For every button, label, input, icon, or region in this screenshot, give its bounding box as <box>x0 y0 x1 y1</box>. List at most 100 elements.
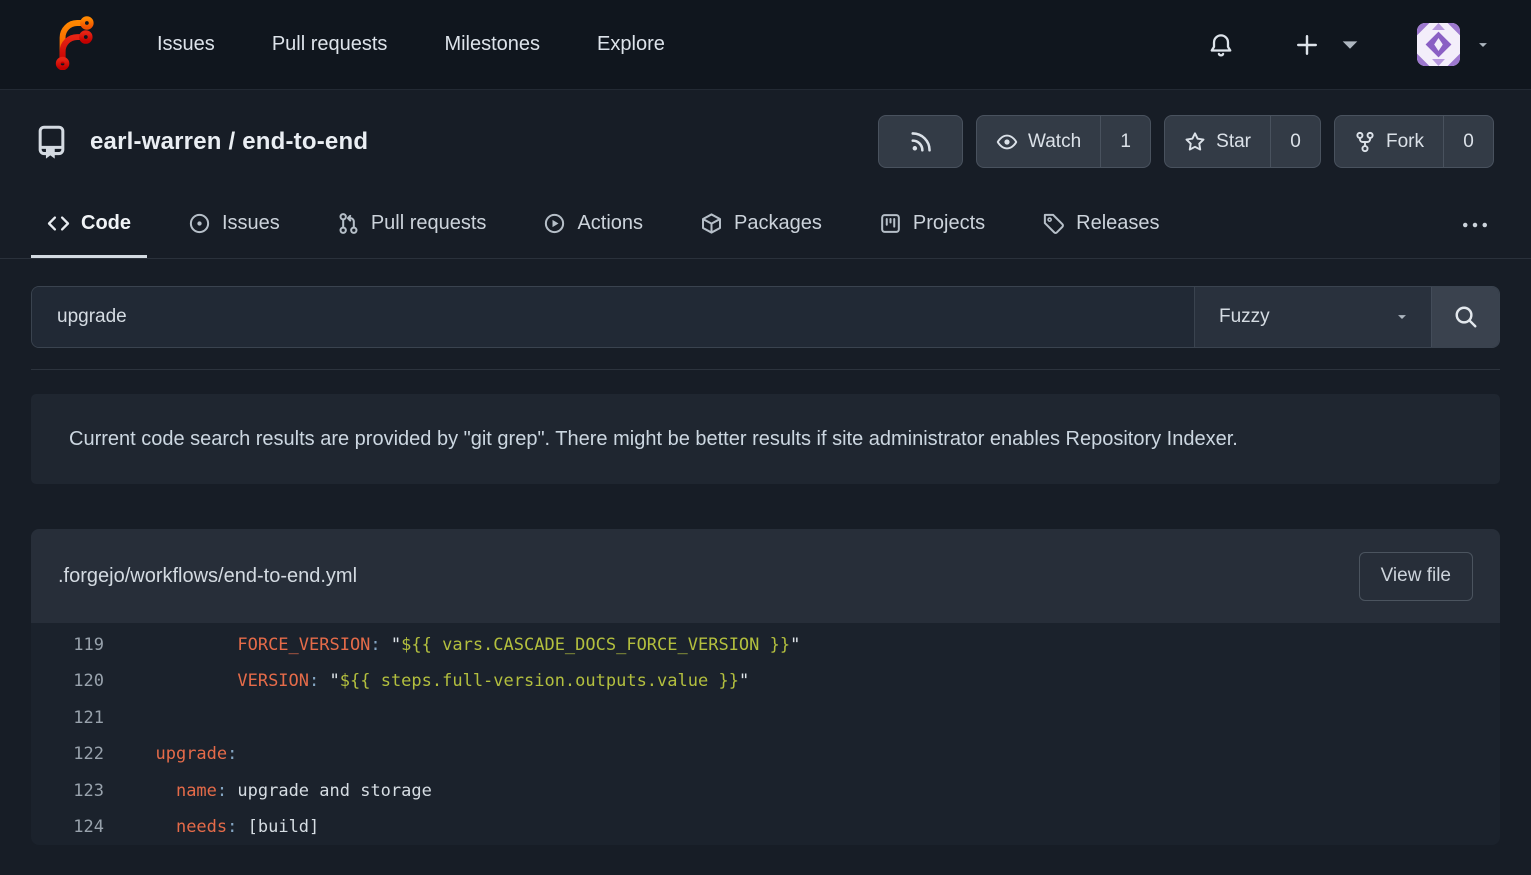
nav-link-milestones[interactable]: Milestones <box>444 33 540 56</box>
package-icon <box>700 212 723 235</box>
tab-packages[interactable]: Packages <box>684 191 838 258</box>
view-file-button[interactable]: View file <box>1359 552 1473 601</box>
tabs-overflow-button[interactable] <box>1460 191 1490 258</box>
code-segment-plain: upgrade and storage <box>227 781 432 801</box>
tab-label: Actions <box>577 212 643 235</box>
line-number[interactable]: 122 <box>31 736 104 772</box>
code-segment-quote: " <box>391 635 401 655</box>
code-segment-key: FORCE_VERSION <box>237 635 370 655</box>
result-file-path[interactable]: .forgejo/workflows/end-to-end.yml <box>58 565 357 588</box>
code-segment-punct: : <box>227 817 237 837</box>
play-icon <box>543 212 566 235</box>
code-segment-key: name <box>176 781 217 801</box>
line-number[interactable]: 121 <box>31 700 104 736</box>
code-line-content: VERSION: "${{ steps.full-version.outputs… <box>104 663 749 699</box>
search-icon <box>1453 304 1479 330</box>
eye-icon <box>996 131 1018 153</box>
user-menu[interactable] <box>1417 23 1490 66</box>
nav-link-issues[interactable]: Issues <box>157 33 215 56</box>
fork-button[interactable]: Fork <box>1335 116 1443 167</box>
code-segment-punct: : <box>309 671 319 691</box>
top-navbar: Issues Pull requests Milestones Explore <box>0 0 1531 90</box>
chevron-down-icon <box>1476 38 1490 52</box>
code-segment-quote: " <box>790 635 800 655</box>
fork-icon <box>1354 131 1376 153</box>
code-line-content <box>104 700 135 736</box>
search-filter-value: Fuzzy <box>1219 306 1270 328</box>
repo-name-link[interactable]: end-to-end <box>242 128 368 155</box>
star-icon <box>1184 131 1206 153</box>
tab-actions[interactable]: Actions <box>527 191 659 258</box>
tab-releases[interactable]: Releases <box>1026 191 1175 258</box>
star-label: Star <box>1216 131 1251 153</box>
code-snippet: 119 FORCE_VERSION: "${{ vars.CASCADE_DOC… <box>31 623 1500 845</box>
star-button-group: Star 0 <box>1164 115 1321 168</box>
forgejo-logo[interactable] <box>48 16 102 74</box>
tab-code[interactable]: Code <box>31 191 147 258</box>
code-line: 123 name: upgrade and storage <box>31 773 1500 809</box>
tab-label: Issues <box>222 212 280 235</box>
search-notice: Current code search results are provided… <box>31 394 1500 484</box>
nav-link-explore[interactable]: Explore <box>597 33 665 56</box>
repo-actions: Watch1Star0Fork0 <box>878 115 1494 168</box>
tab-issues[interactable]: Issues <box>172 191 296 258</box>
line-number[interactable]: 124 <box>31 809 104 845</box>
watch-button-group: Watch1 <box>976 115 1151 168</box>
code-segment-plain <box>135 781 176 801</box>
repo-tabs: Code Issues Pull requests Actions Packages Pr… <box>0 191 1531 259</box>
line-number[interactable]: 120 <box>31 663 104 699</box>
code-segment-punct: : <box>227 744 237 764</box>
code-line-content: FORCE_VERSION: "${{ vars.CASCADE_DOCS_FO… <box>104 627 800 663</box>
code-segment-quote: " <box>330 671 340 691</box>
avatar <box>1417 23 1460 66</box>
search-input[interactable] <box>32 287 1194 347</box>
code-line-content: upgrade: <box>104 736 237 772</box>
bell-icon <box>1208 32 1234 58</box>
code-line: 121 <box>31 700 1500 736</box>
code-line-content: needs: [build] <box>104 809 319 845</box>
code-segment-key: upgrade <box>155 744 227 764</box>
line-number[interactable]: 119 <box>31 627 104 663</box>
chevron-down-icon <box>1337 32 1363 58</box>
code-segment-plain <box>319 671 329 691</box>
repository-icon <box>33 119 70 165</box>
code-line: 120 VERSION: "${{ steps.full-version.out… <box>31 663 1500 699</box>
star-button[interactable]: Star <box>1165 116 1270 167</box>
code-line-content: name: upgrade and storage <box>104 773 432 809</box>
code-segment-plain <box>381 635 391 655</box>
create-new-button[interactable] <box>1294 32 1363 58</box>
code-segment-key: needs <box>176 817 227 837</box>
code-segment-punct: : <box>370 635 380 655</box>
star-count[interactable]: 0 <box>1270 116 1320 167</box>
repo-separator: / <box>222 128 243 155</box>
nav-link-pull-requests[interactable]: Pull requests <box>272 33 388 56</box>
tab-pull-requests[interactable]: Pull requests <box>321 191 503 258</box>
search-filter-dropdown[interactable]: Fuzzy <box>1194 287 1431 347</box>
chevron-down-icon <box>1395 310 1409 324</box>
code-segment-key: VERSION <box>237 671 309 691</box>
code-line: 122 upgrade: <box>31 736 1500 772</box>
code-segment-plain: [build] <box>237 817 319 837</box>
code-line: 119 FORCE_VERSION: "${{ vars.CASCADE_DOC… <box>31 627 1500 663</box>
code-segment-plain <box>135 744 155 764</box>
tab-projects[interactable]: Projects <box>863 191 1001 258</box>
watch-count[interactable]: 1 <box>1100 116 1150 167</box>
section-divider <box>31 369 1500 370</box>
code-line: 124 needs: [build] <box>31 809 1500 845</box>
fork-count[interactable]: 0 <box>1443 116 1493 167</box>
search-button[interactable] <box>1431 287 1499 347</box>
watch-button[interactable]: Watch <box>977 116 1100 167</box>
plus-icon <box>1294 32 1320 58</box>
notifications-button[interactable] <box>1208 32 1234 58</box>
repo-header: earl-warren / end-to-end Watch1Star0Fork… <box>0 90 1531 168</box>
repo-owner-link[interactable]: earl-warren <box>90 128 222 155</box>
rss-feed-button[interactable] <box>878 115 963 168</box>
code-segment-punct: : <box>217 781 227 801</box>
fork-button-group: Fork0 <box>1334 115 1494 168</box>
tab-label: Projects <box>913 212 985 235</box>
code-segment-plain <box>135 635 237 655</box>
issue-icon <box>188 212 211 235</box>
search-result-card: .forgejo/workflows/end-to-end.yml View f… <box>31 529 1500 845</box>
tab-label: Pull requests <box>371 212 487 235</box>
line-number[interactable]: 123 <box>31 773 104 809</box>
